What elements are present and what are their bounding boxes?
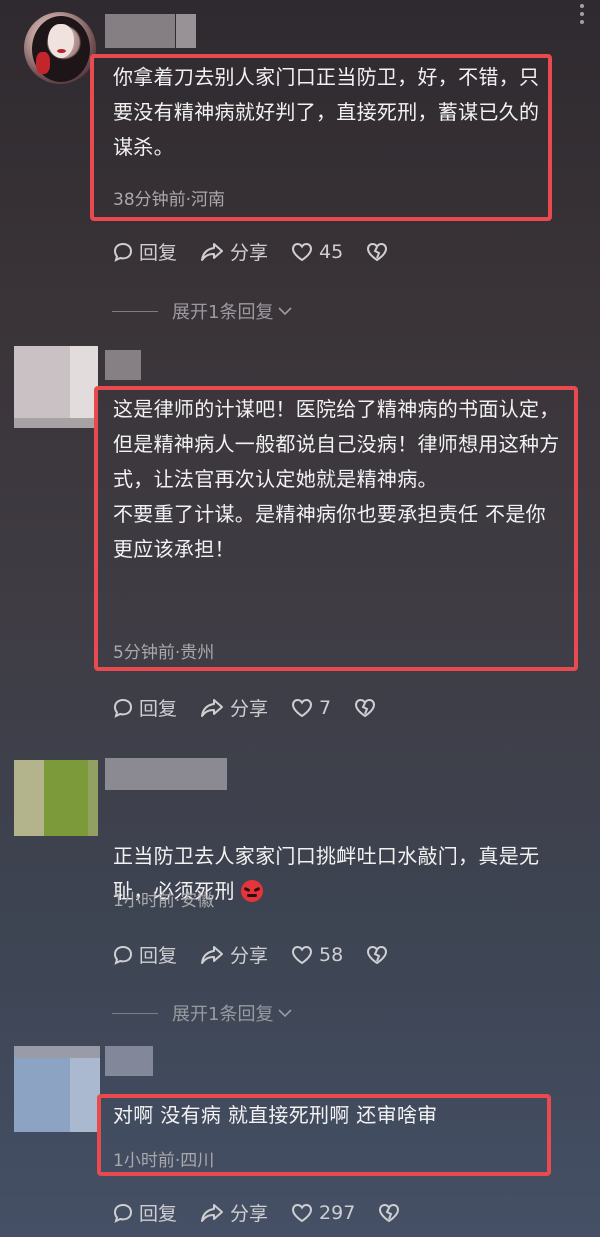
comment-bubble-icon	[113, 242, 133, 262]
broken-heart-icon	[379, 1203, 400, 1222]
username-mosaic	[105, 14, 175, 48]
avatar-mosaic	[88, 760, 98, 836]
comment-bubble-icon	[113, 698, 133, 718]
like-count: 45	[319, 240, 344, 263]
like-button[interactable]: 297	[290, 1202, 355, 1224]
comment-bubble-icon	[113, 1203, 133, 1223]
comment-text: 对啊 没有病 就直接死刑啊 还审啥审	[113, 1103, 438, 1127]
broken-heart-icon	[367, 945, 388, 964]
avatar[interactable]	[14, 1058, 70, 1132]
comment-bubble-icon	[113, 945, 133, 965]
heart-icon	[292, 1203, 313, 1222]
username-mosaic	[105, 350, 141, 380]
like-button[interactable]: 58	[290, 944, 343, 966]
reply-label: 回复	[139, 698, 178, 720]
dislike-button[interactable]	[353, 697, 377, 719]
comment-text: 你拿着刀去别人家门口正当防卫，好，不错，只要没有精神病就好判了，直接死刑，蓄谋已…	[113, 65, 540, 159]
heart-icon	[292, 698, 313, 717]
comment-actions: 回复 分享 7	[112, 694, 399, 721]
like-count: 58	[319, 943, 344, 966]
reply-button[interactable]: 回复	[112, 238, 177, 265]
avatar-mosaic	[14, 418, 98, 428]
share-label: 分享	[230, 945, 269, 967]
dislike-button[interactable]	[365, 944, 389, 966]
comment-meta: 5分钟前·贵州	[113, 643, 215, 663]
share-label: 分享	[230, 698, 269, 720]
reply-label: 回复	[139, 1203, 178, 1225]
more-options-icon[interactable]	[578, 4, 586, 24]
like-button[interactable]: 45	[290, 241, 343, 263]
like-count: 297	[319, 1201, 356, 1224]
username-mosaic	[105, 758, 227, 790]
reply-button[interactable]: 回复	[112, 1199, 177, 1226]
avatar-mosaic	[44, 760, 88, 836]
divider-line	[112, 310, 158, 312]
share-label: 分享	[230, 1203, 269, 1225]
reply-label: 回复	[139, 242, 178, 264]
dislike-button[interactable]	[365, 241, 389, 263]
share-button[interactable]: 分享	[199, 1199, 268, 1226]
broken-heart-icon	[367, 242, 388, 261]
expand-label: 展开1条回复	[172, 1004, 274, 1025]
heart-icon	[292, 242, 313, 261]
like-button[interactable]: 7	[290, 697, 331, 719]
expand-replies-button[interactable]: 展开1条回复	[112, 1000, 293, 1026]
comment-meta: 1小时前·四川	[113, 1151, 215, 1171]
comment-actions: 回复 分享 45	[112, 238, 411, 265]
chevron-down-icon	[278, 1009, 293, 1018]
expand-replies-button[interactable]: 展开1条回复	[112, 298, 293, 324]
comment-text: 这是律师的计谋吧！医院给了精神病的书面认定，但是精神病人一般都说自己没病！律师想…	[113, 397, 560, 561]
comment-actions: 回复 分享 297	[112, 1199, 423, 1226]
share-arrow-icon	[201, 1203, 224, 1222]
broken-heart-icon	[355, 698, 376, 717]
comment-meta: 38分钟前·河南	[113, 190, 226, 210]
share-label: 分享	[230, 242, 269, 264]
username-mosaic	[105, 1046, 153, 1076]
comment-actions: 回复 分享 58	[112, 941, 411, 968]
like-count: 7	[319, 696, 332, 719]
share-arrow-icon	[201, 945, 224, 964]
share-arrow-icon	[201, 698, 224, 717]
avatar[interactable]	[14, 346, 70, 418]
avatar[interactable]	[14, 760, 44, 836]
reply-button[interactable]: 回复	[112, 941, 177, 968]
angry-face-emoji	[240, 880, 263, 902]
chevron-down-icon	[278, 307, 293, 316]
reply-button[interactable]: 回复	[112, 694, 177, 721]
share-button[interactable]: 分享	[199, 941, 268, 968]
share-button[interactable]: 分享	[199, 238, 268, 265]
expand-label: 展开1条回复	[172, 302, 274, 323]
comment-meta: 1小时前·安徽	[113, 891, 215, 911]
avatar-mosaic	[14, 1046, 100, 1058]
share-button[interactable]: 分享	[199, 694, 268, 721]
divider-line	[112, 1012, 158, 1014]
username-mosaic	[176, 14, 196, 48]
heart-icon	[292, 945, 313, 964]
share-arrow-icon	[201, 242, 224, 261]
dislike-button[interactable]	[377, 1202, 401, 1224]
reply-label: 回复	[139, 945, 178, 967]
avatar[interactable]	[24, 12, 96, 84]
avatar-mosaic	[70, 1058, 100, 1132]
